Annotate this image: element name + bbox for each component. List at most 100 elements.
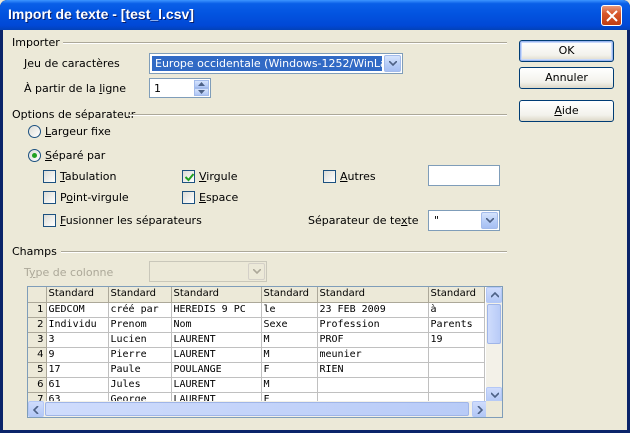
chevron-up-icon: [198, 82, 205, 86]
fixed-width-label[interactable]: Largeur fixe: [45, 125, 111, 138]
table-cell: M: [261, 332, 318, 348]
table-cell: 9: [46, 347, 109, 363]
table-cell: le: [261, 302, 318, 318]
other-separator-input[interactable]: [428, 165, 500, 186]
preview-table: Standard Standard Standard Standard Stan…: [28, 287, 485, 408]
table-cell: [428, 362, 485, 378]
from-line-spinner[interactable]: 1: [149, 78, 211, 98]
cancel-button[interactable]: Annuler: [519, 67, 614, 89]
column-type-select[interactable]: [149, 261, 267, 282]
column-header[interactable]: Standard: [317, 287, 429, 303]
charset-select[interactable]: Europe occidentale (Windows-1252/WinLati…: [149, 53, 403, 74]
table-cell: GEDCOM: [46, 302, 109, 318]
ok-button[interactable]: OK: [519, 40, 614, 62]
checkmark-icon: [184, 173, 195, 182]
table-cell: 17: [46, 362, 109, 378]
space-checkbox[interactable]: [182, 191, 195, 204]
table-cell: Pierre: [108, 347, 172, 363]
table-cell: RIEN: [317, 362, 429, 378]
table-cell: créé par: [108, 302, 172, 318]
chevron-up-icon: [491, 292, 499, 298]
chevron-left-icon: [33, 406, 39, 414]
column-header[interactable]: Standard: [171, 287, 262, 303]
corner-cell: [28, 287, 47, 303]
table-cell: Jules: [108, 377, 172, 393]
table-cell: 19: [428, 332, 485, 348]
comma-label[interactable]: Virgule: [199, 170, 237, 183]
row-number: 4: [28, 347, 47, 363]
table-row: 1 GEDCOM créé par HEREDIS 9 PC le 23 FEB…: [28, 302, 485, 318]
chevron-right-icon: [477, 406, 483, 414]
window-title: Import de texte - [test_l.csv]: [8, 6, 194, 22]
text-delimiter-label: Séparateur de texte: [308, 214, 419, 227]
tab-label[interactable]: Tabulation: [60, 170, 116, 183]
title-bar[interactable]: Import de texte - [test_l.csv]: [0, 0, 630, 30]
table-cell: à: [428, 302, 485, 318]
horizontal-scrollbar[interactable]: [28, 401, 488, 417]
table-cell: F: [261, 362, 318, 378]
vertical-scrollbar[interactable]: [486, 287, 502, 403]
spin-up-button[interactable]: [194, 80, 209, 88]
charset-dropdown-button[interactable]: [384, 55, 401, 72]
fields-divider: [61, 251, 507, 253]
scroll-left-button[interactable]: [28, 401, 44, 417]
preview-grid[interactable]: Standard Standard Standard Standard Stan…: [27, 286, 503, 418]
comma-checkbox[interactable]: [182, 170, 195, 183]
separator-options-label: Options de séparateur: [12, 108, 136, 121]
vertical-scroll-thumb[interactable]: [487, 304, 501, 344]
row-number: 3: [28, 332, 47, 348]
table-cell: Nom: [171, 317, 262, 333]
from-line-label: À partir de la ligne: [24, 82, 127, 95]
import-separator: [63, 42, 507, 44]
other-checkbox[interactable]: [323, 170, 336, 183]
table-cell: [317, 377, 429, 393]
import-section-label: Importer: [12, 36, 60, 49]
row-number: 6: [28, 377, 47, 393]
table-cell: HEREDIS 9 PC: [171, 302, 262, 318]
other-label[interactable]: Autres: [340, 170, 376, 183]
table-cell: 61: [46, 377, 109, 393]
column-header[interactable]: Standard: [46, 287, 109, 303]
table-cell: PROF: [317, 332, 429, 348]
table-cell: Lucien: [108, 332, 172, 348]
dialog-body: Importer Jeu de caractères Europe occide…: [3, 30, 627, 430]
close-icon: [606, 10, 618, 22]
chevron-down-icon: [486, 218, 494, 223]
table-cell: [428, 347, 485, 363]
fixed-width-radio[interactable]: [28, 125, 41, 138]
column-header[interactable]: Standard: [428, 287, 485, 303]
semicolon-label[interactable]: Point-virgule: [60, 191, 129, 204]
row-number: 2: [28, 317, 47, 333]
spin-down-button[interactable]: [194, 88, 209, 96]
table-cell: Sexe: [261, 317, 318, 333]
horizontal-scroll-thumb[interactable]: [45, 402, 469, 416]
tab-checkbox[interactable]: [43, 170, 56, 183]
table-row: 3 3 Lucien LAURENT M PROF 19: [28, 332, 485, 348]
table-cell: Paule: [108, 362, 172, 378]
semicolon-checkbox[interactable]: [43, 191, 56, 204]
table-row: 4 9 Pierre LAURENT M meunier: [28, 347, 485, 363]
from-line-value: 1: [154, 82, 161, 95]
space-label[interactable]: Espace: [199, 191, 238, 204]
chevron-down-icon: [389, 61, 397, 66]
table-cell: POULANGE: [171, 362, 262, 378]
merge-separators-label[interactable]: Fusionner les séparateurs: [60, 214, 202, 227]
scroll-up-button[interactable]: [486, 287, 502, 303]
text-delimiter-dropdown-button[interactable]: [481, 212, 498, 229]
column-header[interactable]: Standard: [108, 287, 172, 303]
row-number: 1: [28, 302, 47, 318]
close-button[interactable]: [601, 5, 622, 26]
separated-by-label[interactable]: Séparé par: [45, 149, 105, 162]
help-button[interactable]: Aide: [519, 100, 614, 122]
column-header[interactable]: Standard: [261, 287, 318, 303]
table-cell: LAURENT: [171, 347, 262, 363]
scrollbar-corner: [486, 401, 502, 417]
text-delimiter-value: ": [434, 214, 440, 227]
merge-separators-checkbox[interactable]: [43, 214, 56, 227]
table-cell: 3: [46, 332, 109, 348]
column-type-dropdown-button[interactable]: [248, 263, 265, 280]
charset-label: Jeu de caractères: [24, 57, 120, 70]
table-cell: M: [261, 347, 318, 363]
separated-by-radio[interactable]: [28, 149, 41, 162]
text-delimiter-select[interactable]: ": [428, 210, 500, 231]
